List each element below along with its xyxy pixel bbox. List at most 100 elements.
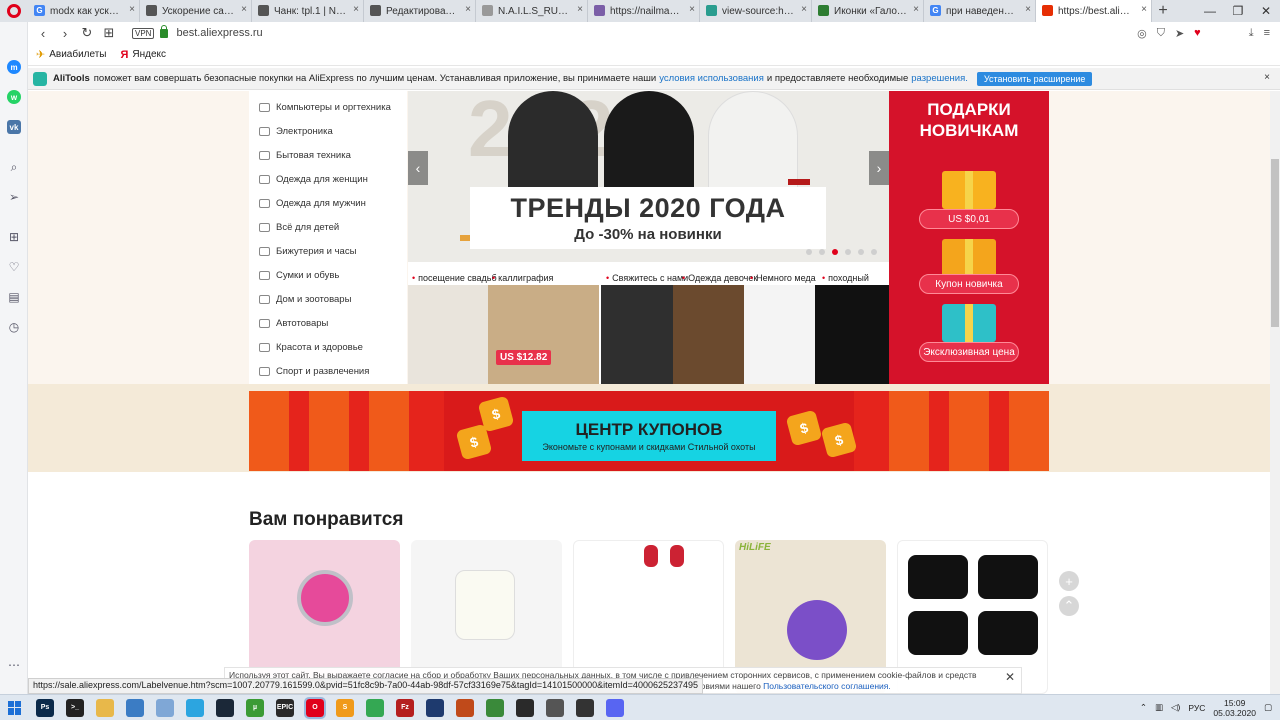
forward-button[interactable]: ›	[54, 22, 76, 44]
news-icon[interactable]: ▤	[7, 290, 21, 304]
lock-icon[interactable]	[160, 24, 169, 38]
heart-icon[interactable]: ♥	[1194, 27, 1201, 39]
slider-dot[interactable]	[832, 249, 838, 255]
page-scrollbar[interactable]	[1270, 91, 1280, 694]
tab-close-icon[interactable]: ×	[801, 4, 807, 15]
camera-icon[interactable]: ◎	[1137, 27, 1147, 40]
close-icon[interactable]: ×	[1264, 72, 1270, 83]
shield-icon[interactable]: ⛉	[1157, 27, 1165, 40]
reload-button[interactable]: ↻	[76, 22, 98, 44]
taskbar-app-icon[interactable]	[456, 698, 474, 717]
more-icon[interactable]: ⋯	[7, 658, 21, 672]
browser-tab[interactable]: Редактировать файл ×	[364, 0, 476, 22]
thumbnail-label[interactable]: каллиграфия	[492, 273, 553, 283]
slider-next-button[interactable]: ›	[869, 151, 889, 185]
scroll-thumb[interactable]	[1271, 159, 1279, 327]
taskbar-app-icon[interactable]	[606, 698, 624, 717]
language-indicator[interactable]: РУС	[1188, 703, 1205, 713]
start-button[interactable]	[0, 695, 30, 720]
category-item[interactable]: Автотовары	[249, 311, 407, 335]
thumbnail-image[interactable]	[815, 285, 889, 384]
browser-tab[interactable]: Иконки «Галочка ф ×	[812, 0, 924, 22]
add-icon[interactable]: +	[1059, 571, 1079, 591]
thumbnail-label[interactable]: Немного меда	[750, 273, 816, 283]
close-window-button[interactable]: ✕	[1252, 0, 1280, 22]
taskbar-app-icon[interactable]	[96, 698, 114, 717]
taskbar-app-icon[interactable]	[366, 698, 384, 717]
category-item[interactable]: Спорт и развлечения	[249, 359, 407, 383]
speed-dial-icon[interactable]: ⊞	[7, 230, 21, 244]
search-icon[interactable]: ⌕	[7, 160, 21, 174]
vk-icon[interactable]: vk	[7, 120, 21, 134]
send-icon[interactable]: ➢	[7, 190, 21, 204]
install-extension-button[interactable]: Установить расширение	[976, 71, 1093, 86]
category-item[interactable]: Одежда для мужчин	[249, 191, 407, 215]
messenger-icon[interactable]: m	[7, 60, 21, 74]
taskbar-app-icon[interactable]	[156, 698, 174, 717]
minimize-button[interactable]: —	[1196, 0, 1224, 22]
vpn-badge[interactable]: VPN	[132, 27, 155, 39]
opera-menu-button[interactable]	[0, 0, 28, 22]
newcomer-coupon-pill[interactable]: Купон новичка	[919, 274, 1019, 294]
thumbnail-label[interactable]: Свяжитесь с нами	[606, 273, 688, 283]
category-item[interactable]: Сумки и обувь	[249, 263, 407, 287]
notifications-icon[interactable]: ▢	[1264, 702, 1272, 713]
browser-tab[interactable]: Gпри наведение на с ×	[924, 0, 1036, 22]
category-item[interactable]: Дом и зоотовары	[249, 287, 407, 311]
category-item[interactable]: Всё для детей	[249, 215, 407, 239]
close-icon[interactable]: ✕	[1005, 671, 1015, 683]
gift-price-pill[interactable]: US $0,01	[919, 209, 1019, 229]
download-icon[interactable]: ⤓	[1249, 27, 1254, 40]
thumbnail-label[interactable]: походный	[822, 273, 869, 283]
browser-tab[interactable]: https://best.aliexpre ×	[1036, 0, 1152, 22]
slider-prev-button[interactable]: ‹	[408, 151, 428, 185]
thumbnail-image[interactable]	[673, 285, 744, 384]
category-item[interactable]: Одежда для женщин	[249, 167, 407, 191]
tray-up-icon[interactable]: ⌃	[1140, 702, 1147, 713]
exclusive-price-pill[interactable]: Эксклюзивная цена	[919, 342, 1019, 362]
category-item[interactable]: Компьютеры и оргтехника	[249, 95, 407, 119]
terms-link[interactable]: условия использования	[659, 73, 764, 84]
taskbar-app-icon[interactable]: EPIC	[276, 698, 294, 717]
tab-close-icon[interactable]: ×	[1141, 4, 1147, 15]
taskbar-app-icon[interactable]	[186, 698, 204, 717]
user-agreement-link[interactable]: Пользовательского соглашения.	[763, 681, 891, 691]
tab-close-icon[interactable]: ×	[1025, 4, 1031, 15]
thumbnail-label[interactable]: Одежда девочек	[682, 273, 757, 283]
speed-dial-button[interactable]: ⊞	[98, 22, 120, 44]
taskbar-app-icon[interactable]	[216, 698, 234, 717]
coupon-center-banner[interactable]: $ $ $ $ ЦЕНТР КУПОНОВ Экономьте с купона…	[249, 391, 1049, 471]
slider-dot[interactable]	[819, 249, 825, 255]
slider-dot[interactable]	[845, 249, 851, 255]
thumbnail-image[interactable]	[744, 285, 815, 384]
taskbar-app-icon[interactable]	[426, 698, 444, 717]
network-icon[interactable]: ▥	[1155, 702, 1163, 713]
tab-close-icon[interactable]: ×	[241, 4, 247, 15]
permissions-link[interactable]: разрешения.	[911, 73, 968, 84]
menu-icon[interactable]: ≡	[1264, 27, 1270, 39]
taskbar-app-icon[interactable]: µ	[246, 698, 264, 717]
taskbar-app-icon[interactable]	[126, 698, 144, 717]
tab-close-icon[interactable]: ×	[129, 4, 135, 15]
clock[interactable]: 15:09 05.03.2020	[1213, 698, 1256, 718]
taskbar-app-icon[interactable]: Ps	[36, 698, 54, 717]
taskbar-app-icon[interactable]: S	[336, 698, 354, 717]
taskbar-app-icon[interactable]: Fz	[396, 698, 414, 717]
category-item[interactable]: Электроника	[249, 119, 407, 143]
new-tab-button[interactable]: +	[1152, 0, 1174, 22]
taskbar-app-icon[interactable]: O	[304, 696, 326, 719]
maximize-button[interactable]: ❐	[1224, 0, 1252, 22]
thumbnail-image[interactable]	[601, 285, 673, 384]
bookmark-aviabilety[interactable]: ✈ Авиабилеты	[36, 48, 107, 61]
category-item[interactable]: Бижутерия и часы	[249, 239, 407, 263]
slider-dot[interactable]	[858, 249, 864, 255]
tab-close-icon[interactable]: ×	[689, 4, 695, 15]
thumbnail-image[interactable]	[408, 285, 488, 384]
history-icon[interactable]: ◷	[7, 320, 21, 334]
browser-tab[interactable]: https://nailmagazine ×	[588, 0, 700, 22]
browser-tab[interactable]: N.A.I.L.S_RUSSIA ×	[476, 0, 588, 22]
promo-slider[interactable]: 2020 ТРЕНДЫ 2020 ГОДА До -30% на новинки…	[408, 91, 889, 262]
whatsapp-icon[interactable]: w	[7, 90, 21, 104]
tab-close-icon[interactable]: ×	[577, 4, 583, 15]
category-item[interactable]: Бытовая техника	[249, 143, 407, 167]
